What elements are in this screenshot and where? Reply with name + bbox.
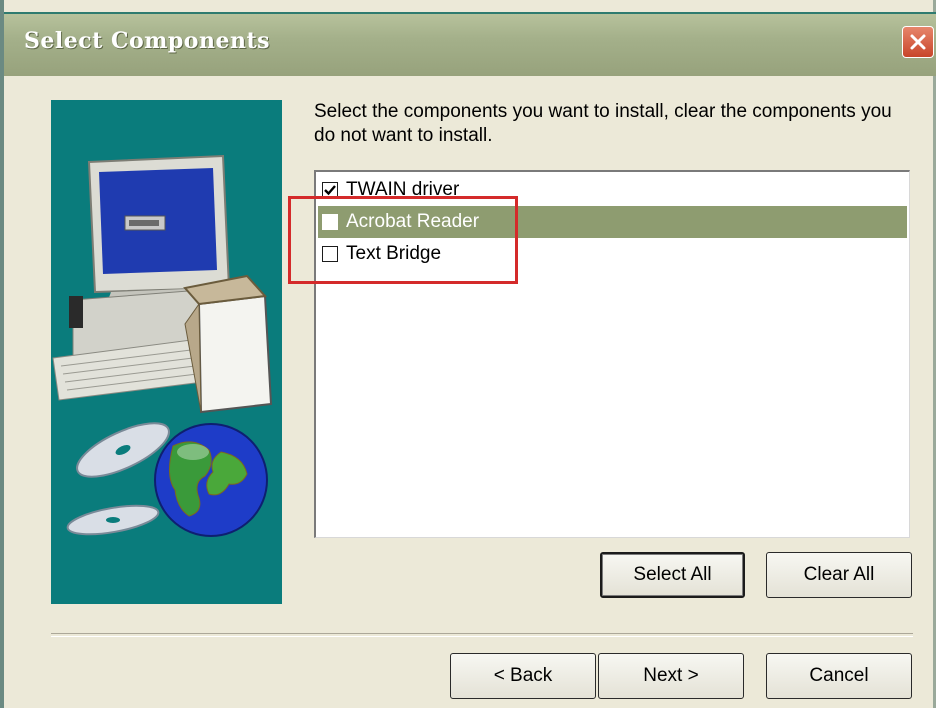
checkmark-icon xyxy=(324,185,336,196)
cancel-button[interactable]: Cancel xyxy=(766,653,912,699)
window-title: Select Components xyxy=(24,28,271,54)
close-icon xyxy=(910,34,926,50)
red-highlight-annotation xyxy=(288,196,518,284)
globe-icon xyxy=(154,423,268,537)
software-box-icon xyxy=(183,274,273,414)
setup-illustration xyxy=(51,100,282,604)
select-all-button[interactable]: Select All xyxy=(600,552,745,598)
installer-dialog: Select Components Select the components … xyxy=(0,0,936,708)
next-button[interactable]: Next > xyxy=(598,653,744,699)
close-button[interactable] xyxy=(902,26,934,58)
title-bar[interactable]: Select Components xyxy=(4,12,936,76)
back-button[interactable]: < Back xyxy=(450,653,596,699)
separator xyxy=(51,633,913,637)
instructions-text: Select the components you want to instal… xyxy=(314,101,892,146)
clear-all-button[interactable]: Clear All xyxy=(766,552,912,598)
